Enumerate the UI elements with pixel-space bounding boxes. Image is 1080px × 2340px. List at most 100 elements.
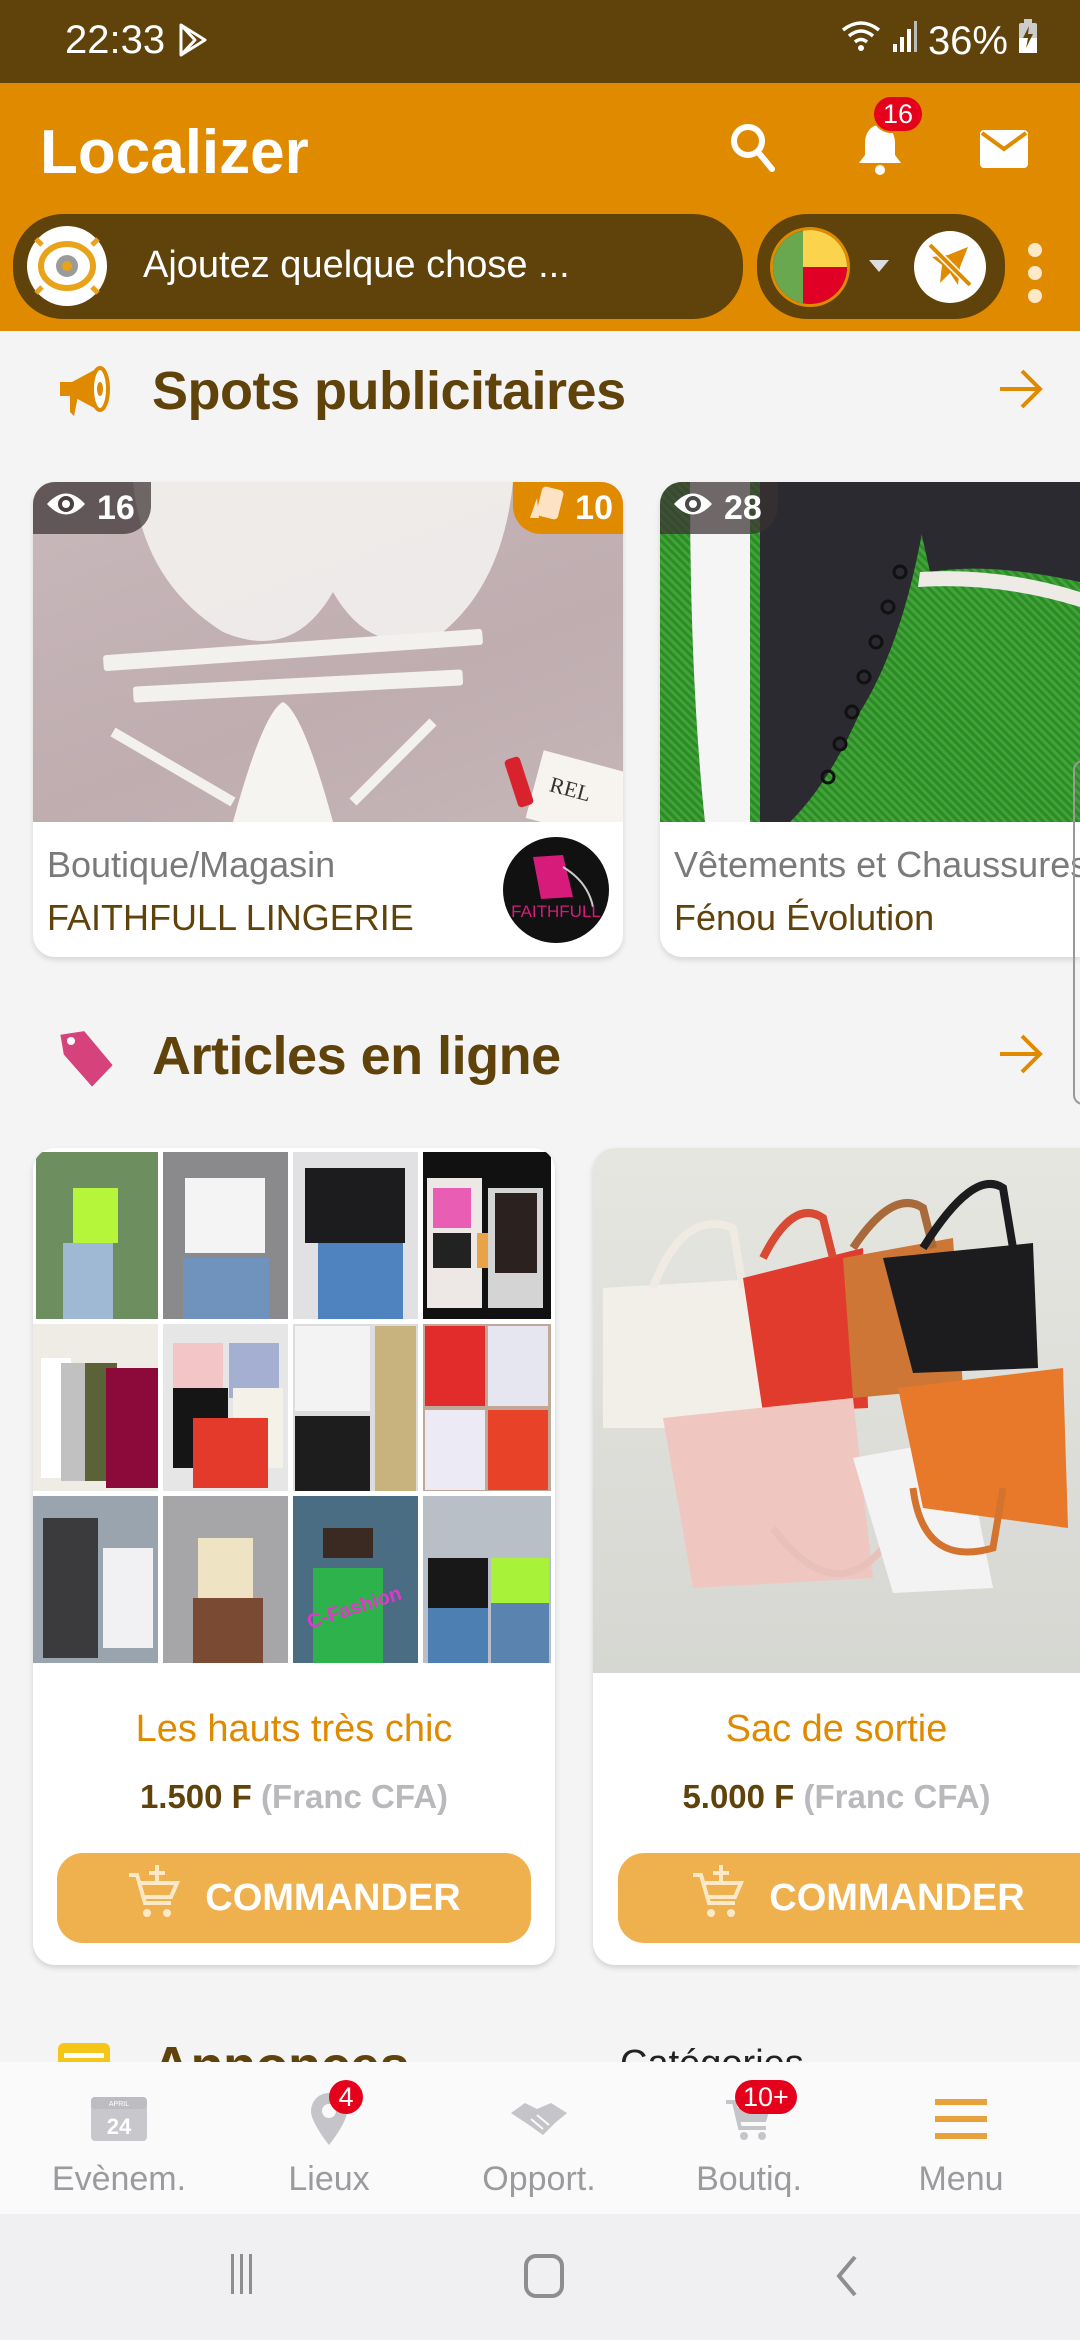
nav-item-shops[interactable]: 10+ Boutiq. — [641, 2062, 857, 2214]
price-tag-icon — [56, 1027, 116, 1094]
article-title: Les hauts très chic — [135, 1708, 453, 1750]
calendar-icon: APRIL 24 — [84, 2084, 154, 2154]
app-screen: 22:33 36% Localizer 16 Ajoutez quelque c… — [0, 0, 1080, 2340]
plane-off-icon — [924, 239, 976, 296]
recents-button[interactable] — [220, 2253, 264, 2299]
svg-text:24: 24 — [107, 2114, 132, 2139]
recents-icon — [230, 2253, 254, 2299]
localizer-logo-icon — [27, 226, 107, 306]
nav-badge: 10+ — [735, 2080, 797, 2114]
section-articles-header: Articles en ligne — [0, 1005, 1080, 1105]
dot-icon — [1028, 289, 1042, 303]
add-to-cart-icon — [691, 1865, 745, 1931]
menu-icon — [926, 2084, 996, 2154]
views-count: 28 — [724, 488, 762, 527]
app-bar: Localizer 16 Ajoutez quelque chose ... — [0, 83, 1080, 331]
photo-count: 10 — [575, 488, 613, 527]
system-nav-bar — [0, 2214, 1080, 2340]
see-all-spots-arrow-icon[interactable] — [998, 366, 1044, 417]
order-button-label: COMMANDER — [205, 1876, 461, 1919]
more-options-button[interactable] — [1025, 243, 1045, 303]
svg-text:APRIL: APRIL — [109, 2101, 129, 2108]
see-all-articles-arrow-icon[interactable] — [998, 1031, 1044, 1082]
benin-flag-icon — [770, 227, 850, 307]
messages-button[interactable] — [976, 123, 1032, 179]
price-currency: (Franc CFA) — [803, 1778, 991, 1815]
add-to-cart-icon — [127, 1865, 181, 1931]
notifications-button[interactable]: 16 — [848, 95, 925, 183]
home-button[interactable] — [520, 2253, 568, 2303]
nav-label: Opport. — [482, 2160, 596, 2198]
nav-label: Evènem. — [51, 2160, 187, 2198]
spot-card[interactable]: REL 16 10 Boutique/Magasin FAITHFULL LIN… — [33, 482, 623, 957]
spot-name: FAITHFULL LINGERIE — [47, 897, 414, 938]
eye-icon — [45, 489, 87, 528]
dropdown-caret-icon — [869, 260, 889, 272]
spot-name: Fénou Évolution — [674, 897, 935, 938]
nav-badge: 4 — [329, 2080, 363, 2114]
country-selector[interactable] — [757, 214, 1005, 319]
nav-item-places[interactable]: 4 Lieux — [221, 2062, 437, 2214]
search-button[interactable] — [722, 119, 782, 179]
notification-badge: 16 — [872, 95, 925, 133]
home-icon — [524, 2253, 564, 2303]
views-badge: 28 — [660, 482, 778, 534]
status-bar: 22:33 36% — [0, 0, 1080, 83]
article-card[interactable]: Sac de sortie 5.000 F (Franc CFA) COMMAN… — [593, 1148, 1080, 1965]
battery-charging-icon — [1018, 18, 1038, 64]
article-price: 1.500 F (Franc CFA) — [33, 1778, 555, 1816]
nav-label: Boutiq. — [696, 2160, 802, 2198]
section-annonces-header: Annonces Catégories — [0, 2025, 1080, 2062]
nav-item-opportunities[interactable]: Opport. — [431, 2062, 647, 2214]
price-value: 5.000 F — [682, 1778, 795, 1815]
app-title: Localizer — [40, 118, 309, 187]
section-title: Articles en ligne — [152, 1026, 561, 1086]
back-button[interactable] — [825, 2254, 869, 2302]
megaphone-icon — [56, 362, 116, 427]
dot-icon — [1028, 243, 1042, 257]
article-image — [593, 1148, 1080, 1673]
back-icon — [835, 2255, 859, 2302]
section-title: Annonces — [152, 2035, 410, 2062]
dot-icon — [1028, 266, 1042, 280]
mail-icon — [979, 129, 1029, 174]
announcement-icon — [56, 2041, 112, 2062]
article-card[interactable]: C-Fashion Les hauts très chic 1.500 F (F… — [33, 1148, 555, 1965]
signal-icon — [892, 18, 918, 64]
play-store-icon — [178, 22, 208, 63]
spot-category: Boutique/Magasin — [47, 844, 336, 885]
article-title: Sac de sortie — [725, 1708, 948, 1750]
handshake-icon — [504, 2084, 574, 2154]
section-spots-header: Spots publicitaires — [0, 340, 1080, 440]
order-button[interactable]: COMMANDER — [57, 1853, 531, 1943]
nav-item-menu[interactable]: Menu — [853, 2062, 1069, 2214]
status-icons: 36% — [840, 18, 1038, 64]
shop-logo: FAITHFULL — [503, 837, 609, 943]
nav-label: Lieux — [288, 2160, 370, 2198]
article-image: C-Fashion — [33, 1148, 555, 1673]
bottom-nav: APRIL 24 Evènem. 4 Lieux Opport. 10+ Bout… — [0, 2062, 1080, 2214]
categories-label[interactable]: Catégories — [620, 2043, 804, 2062]
battery-percent: 36% — [927, 18, 1008, 63]
views-count: 16 — [97, 488, 135, 527]
spot-card[interactable]: 28 Vêtements et Chaussures Fénou Évoluti… — [660, 482, 1080, 957]
search-icon — [728, 121, 776, 178]
nav-label: Menu — [918, 2160, 1004, 2198]
article-price: 5.000 F (Franc CFA) — [593, 1778, 1080, 1816]
price-value: 1.500 F — [139, 1778, 252, 1815]
photo-count-badge: 10 — [513, 482, 623, 534]
search-placeholder: Ajoutez quelque chose ... — [143, 244, 570, 286]
views-badge: 16 — [33, 482, 151, 534]
eye-icon — [672, 489, 714, 528]
order-button-label: COMMANDER — [769, 1876, 1025, 1919]
price-currency: (Franc CFA) — [261, 1778, 449, 1815]
airplane-off-button[interactable] — [914, 231, 986, 303]
status-time: 22:33 — [65, 18, 166, 62]
section-title: Spots publicitaires — [152, 361, 626, 421]
wifi-icon — [840, 18, 882, 64]
order-button[interactable]: COMMANDER — [618, 1853, 1080, 1943]
photos-icon — [527, 486, 565, 531]
spot-category: Vêtements et Chaussures — [674, 844, 1080, 885]
nav-item-events[interactable]: APRIL 24 Evènem. — [11, 2062, 227, 2214]
search-bar[interactable]: Ajoutez quelque chose ... — [13, 214, 743, 319]
